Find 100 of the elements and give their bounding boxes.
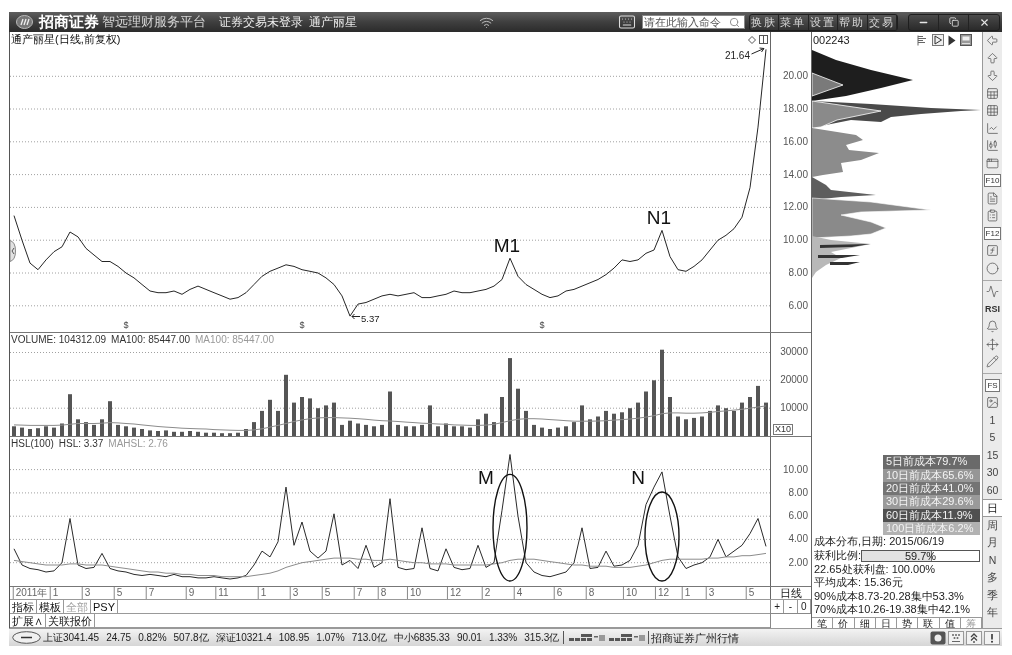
info-text: 90%成本8.73-20.28集中53.3% (814, 589, 965, 604)
down-arrow-icon[interactable] (986, 69, 999, 83)
diamond-icon[interactable] (748, 35, 756, 44)
cost-legend-item: 30日前成本29.6% (883, 495, 980, 509)
clipboard-icon[interactable] (986, 209, 999, 223)
toolbar-button[interactable]: RSI (985, 302, 1000, 316)
axis-label: 3 (705, 587, 715, 599)
volume-bar (332, 402, 336, 436)
columns-icon[interactable] (759, 35, 768, 44)
menu-button[interactable]: 换肤 (749, 14, 779, 30)
period-button[interactable]: 季 (983, 586, 1002, 604)
move-icon[interactable] (986, 337, 999, 351)
volume-bar (204, 432, 208, 436)
zoom-button[interactable]: + (771, 600, 785, 613)
period-button[interactable]: 多 (983, 569, 1002, 587)
period-button[interactable]: 5 (983, 429, 1002, 447)
grid-dots-icon[interactable] (948, 630, 964, 645)
volume-bar (60, 423, 64, 436)
function-icon[interactable] (986, 244, 999, 258)
extension-tab[interactable]: 扩展∧ (10, 614, 46, 627)
index-name: 上证 (43, 631, 63, 644)
volume-bar (276, 410, 280, 436)
document-icon[interactable] (986, 191, 999, 205)
zoom-button[interactable]: - (784, 600, 798, 613)
legend-text: HSL(100) (11, 438, 54, 449)
period-button[interactable]: 日 (983, 499, 1002, 517)
zoom-button[interactable]: 0 (797, 600, 811, 613)
toolbar-button[interactable]: F12 (983, 226, 1002, 240)
period-button[interactable]: 30 (983, 464, 1002, 482)
circle-icon[interactable] (986, 261, 999, 275)
side-tab-icon[interactable] (10, 240, 16, 262)
axis-label: 1 (49, 587, 59, 599)
volume-bar (548, 429, 552, 436)
window-icon[interactable] (986, 156, 999, 170)
menu-button[interactable]: 交易 (867, 14, 897, 30)
period-button[interactable]: 月 (983, 534, 1002, 552)
high-price-label: 21.64 (724, 50, 750, 62)
period-button[interactable]: N (983, 551, 1002, 569)
progress-value: 59.7% (903, 550, 938, 561)
bell-icon[interactable] (986, 320, 999, 334)
volume-bar (484, 413, 488, 436)
menu-button[interactable]: 帮助 (838, 14, 868, 30)
volume-bar (156, 431, 160, 436)
indicator-tab[interactable]: 模板 (37, 600, 64, 613)
axis-label: 12 (654, 587, 670, 599)
chevrons-up-icon[interactable] (966, 630, 982, 645)
axis-label: 20.00 (782, 70, 808, 83)
axis-label: 7 (353, 587, 363, 599)
axis-label: 12.00 (782, 201, 808, 214)
index-change: 90.01 (456, 631, 482, 644)
index-percent: 0.82% (138, 631, 167, 644)
volume-bar (244, 429, 248, 436)
volume-bar (620, 412, 624, 436)
volume-bar (252, 422, 256, 436)
restore-icon (948, 17, 959, 27)
period-button[interactable]: 年 (983, 604, 1002, 622)
low-price-label: 5.37 (361, 313, 380, 325)
bars-icon[interactable] (917, 34, 928, 46)
indicator-tab[interactable]: 指标 (10, 600, 37, 613)
image-icon[interactable] (986, 396, 999, 410)
pencil-icon[interactable] (986, 355, 999, 369)
index-amount: 507.8亿 (173, 631, 209, 644)
stock-code: 002243 (813, 34, 850, 46)
volume-bar (492, 422, 496, 436)
line-chart-icon[interactable] (986, 121, 999, 135)
exclamation-icon[interactable] (984, 630, 1000, 645)
triangle-icon[interactable] (932, 34, 944, 46)
stock-name: 通产丽星 (309, 15, 357, 30)
period-button[interactable]: 15 (983, 446, 1002, 464)
table-icon[interactable] (986, 86, 999, 100)
menu-button[interactable]: 菜单 (779, 14, 809, 30)
wave-icon[interactable] (986, 285, 999, 299)
volume-bar (644, 391, 648, 436)
extension-tab[interactable]: 关联报价 (46, 614, 95, 627)
period-button[interactable]: 1 (983, 411, 1002, 429)
search-icon[interactable] (728, 16, 740, 28)
keyboard-icon[interactable] (617, 13, 636, 31)
candlestick-chart-icon[interactable] (986, 139, 999, 153)
axis-label: 10.00 (782, 463, 808, 476)
marker-symbol: $ (123, 320, 129, 330)
axis-label: 2.00 (788, 556, 808, 569)
menu-button[interactable]: 设置 (808, 14, 838, 30)
toolbar-button[interactable]: FS (985, 378, 1000, 392)
left-arrow-icon[interactable] (986, 34, 999, 48)
indicator-tab[interactable]: PSY (91, 600, 118, 613)
triangle-icon[interactable] (948, 34, 956, 46)
volume-bar (260, 410, 264, 436)
cost-legend-item: 5日前成本79.7% (883, 455, 980, 469)
minus-icon[interactable] (12, 631, 41, 644)
period-button[interactable]: 60 (983, 481, 1002, 499)
axis-label: 6 (553, 587, 563, 599)
info-label: 获利比例: (814, 549, 862, 563)
screen-icon[interactable] (960, 34, 972, 46)
axis-label: 7 (145, 587, 155, 599)
wifi-icon[interactable] (479, 14, 494, 30)
period-button[interactable]: 周 (983, 516, 1002, 534)
up-arrow-icon[interactable] (986, 51, 999, 65)
command-field[interactable]: 请在此输入命令 (641, 15, 745, 29)
toolbar-button[interactable]: F10 (983, 174, 1002, 188)
grid-icon[interactable] (986, 104, 999, 118)
